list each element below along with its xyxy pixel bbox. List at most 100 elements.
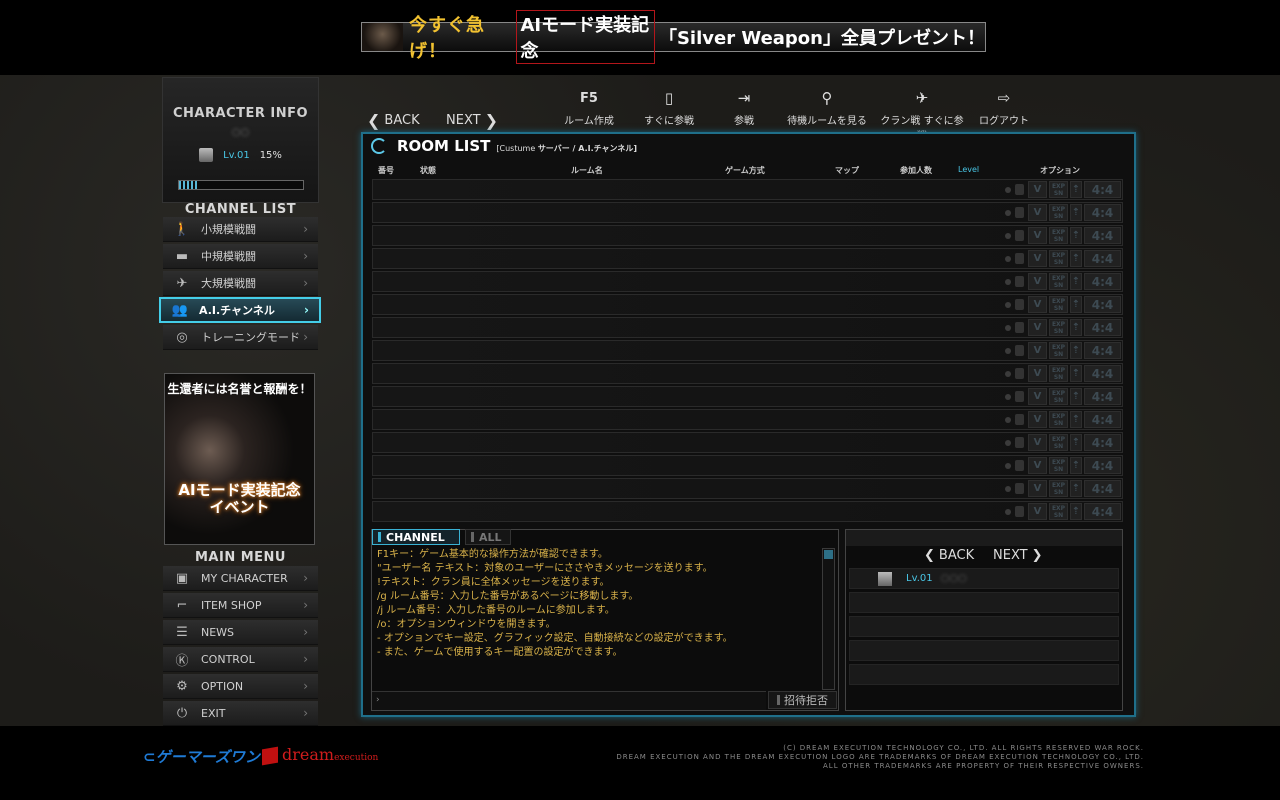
keyboard-icon: Ⓚ [175, 653, 189, 669]
channel-item-small-battle[interactable]: 🚶 小規模戦闘 › [163, 217, 318, 242]
room-row[interactable]: V EXP SN ⇡ 4:4 [372, 225, 1123, 246]
col-room-name[interactable]: ルーム名 [571, 165, 603, 176]
ai-icon: 👥 [171, 302, 189, 318]
chat-line: /o：オプションウィンドウを開きます。 [377, 619, 556, 630]
menu-exit[interactable]: ⏻ EXIT › [163, 701, 318, 726]
channel-item-ai[interactable]: 👥 A.I.チャンネル › [159, 297, 321, 323]
event-banner[interactable]: 生還者には名誉と報酬を！ AIモード実装記念 イベント [164, 373, 315, 545]
scroll-up-icon[interactable] [824, 550, 833, 559]
next-button[interactable]: NEXT ❯ [446, 111, 498, 130]
room-row[interactable]: V EXP SN ⇡ 4:4 [372, 202, 1123, 223]
menu-news[interactable]: ☰ NEWS › [163, 620, 318, 645]
gear-icon: ⚙ [176, 678, 188, 694]
room-row[interactable]: V EXP SN ⇡ 4:4 [372, 409, 1123, 430]
team-size-badge: 4:4 [1084, 204, 1121, 221]
promo-banner[interactable]: 今すぐ急げ！ AIモード実装記念 「Silver Weapon」全員プレゼント！ [361, 10, 986, 64]
chevron-right-icon: › [303, 330, 308, 344]
lock-icon [1015, 230, 1024, 241]
create-room-button[interactable]: F5 ルーム作成 [560, 88, 618, 128]
tab-marker [471, 532, 474, 542]
refresh-icon[interactable] [371, 138, 387, 154]
status-dot-icon [1005, 347, 1011, 354]
exp-sn-icon: EXP SN [1049, 388, 1068, 405]
team-size-badge: 4:4 [1084, 411, 1121, 428]
tank-icon: ▬ [175, 248, 189, 264]
exp-sn-icon: EXP SN [1049, 411, 1068, 428]
quick-join-button[interactable]: ▯ すぐに参戦 [640, 88, 698, 127]
col-options[interactable]: オプション [1040, 165, 1080, 176]
col-map[interactable]: マップ [835, 165, 859, 176]
chat-send-icon[interactable]: › [376, 695, 380, 705]
room-list-header: ROOM LIST [Custume サーバー / A.I.チャンネル] [371, 137, 637, 155]
team-size-badge: 4:4 [1084, 365, 1121, 382]
exp-bar [178, 180, 304, 190]
invite-reject-toggle[interactable]: 招待拒否 [768, 691, 837, 709]
tab-channel[interactable]: CHANNEL [372, 529, 460, 545]
arrow-up-icon: ⇡ [1070, 273, 1082, 290]
arrow-up-icon: ⇡ [1070, 342, 1082, 359]
back-button[interactable]: ❮ BACK [367, 111, 420, 130]
col-level[interactable]: Level [958, 165, 979, 174]
room-row[interactable]: V EXP SN ⇡ 4:4 [372, 340, 1123, 361]
room-row[interactable]: V EXP SN ⇡ 4:4 [372, 248, 1123, 269]
status-dot-icon [1005, 439, 1011, 446]
tab-all[interactable]: ALL [465, 529, 511, 545]
lock-icon [1015, 207, 1024, 218]
next-label: NEXT [446, 113, 481, 128]
col-number[interactable]: 番号 [378, 165, 394, 176]
exp-sn-icon: EXP SN [1049, 480, 1068, 497]
channel-item-training[interactable]: ◎ トレーニングモード › [163, 325, 318, 350]
users-back-button[interactable]: ❮ BACK [924, 548, 974, 563]
room-row[interactable]: V EXP SN ⇡ 4:4 [372, 179, 1123, 200]
channel-item-large-battle[interactable]: ✈ 大規模戦闘 › [163, 271, 318, 296]
v-option-icon: V [1028, 250, 1047, 267]
menu-item-label: OPTION [201, 679, 244, 693]
menu-my-character[interactable]: ▣ MY CHARACTER › [163, 566, 318, 591]
chat-input[interactable]: › [372, 691, 766, 710]
chevron-right-icon: › [303, 652, 308, 666]
exp-sn-icon: EXP SN [1049, 250, 1068, 267]
arrow-up-icon: ⇡ [1070, 480, 1082, 497]
col-status[interactable]: 状態 [420, 165, 436, 176]
room-row[interactable]: V EXP SN ⇡ 4:4 [372, 271, 1123, 292]
view-waiting-rooms-button[interactable]: ⚲ 待機ルームを見る [786, 88, 868, 127]
channel-item-medium-battle[interactable]: ▬ 中規模戦闘 › [163, 244, 318, 269]
room-row[interactable]: V EXP SN ⇡ 4:4 [372, 386, 1123, 407]
col-players[interactable]: 参加人数 [900, 165, 932, 176]
logout-button[interactable]: ⇨ ログアウト [976, 88, 1032, 127]
room-row[interactable]: V EXP SN ⇡ 4:4 [372, 455, 1123, 476]
banner-character-image [362, 23, 403, 51]
menu-control[interactable]: Ⓚ CONTROL › [163, 647, 318, 672]
tool-label: 参戦 [734, 116, 754, 127]
invite-reject-label: 招待拒否 [784, 694, 828, 707]
menu-option[interactable]: ⚙ OPTION › [163, 674, 318, 699]
lock-icon [1015, 414, 1024, 425]
user-level: Lv.01 [906, 573, 933, 584]
room-row[interactable]: V EXP SN ⇡ 4:4 [372, 363, 1123, 384]
arrow-up-icon: ⇡ [1070, 411, 1082, 428]
room-row[interactable]: V EXP SN ⇡ 4:4 [372, 501, 1123, 522]
lock-icon [1015, 276, 1024, 287]
tab-all-label: ALL [479, 530, 502, 544]
room-row[interactable]: V EXP SN ⇡ 4:4 [372, 432, 1123, 453]
user-row[interactable]: Lv.01 ○○○ [849, 568, 1119, 589]
arrow-up-icon: ⇡ [1070, 204, 1082, 221]
soldier-icon: 🚶 [173, 221, 191, 237]
join-button[interactable]: ⇥ 参戦 [720, 88, 768, 127]
room-row[interactable]: V EXP SN ⇡ 4:4 [372, 317, 1123, 338]
v-option-icon: V [1028, 457, 1047, 474]
room-row[interactable]: V EXP SN ⇡ 4:4 [372, 478, 1123, 499]
lock-icon [1015, 437, 1024, 448]
room-rows: V EXP SN ⇡ 4:4 V EXP SN ⇡ 4:4 V EXP SN ⇡ 4:4 V EXP SN… [372, 179, 1123, 524]
menu-item-shop[interactable]: ⌐ ITEM SHOP › [163, 593, 318, 618]
room-options: V EXP SN ⇡ 4:4 [1005, 365, 1121, 382]
chat-scrollbar[interactable] [822, 548, 835, 690]
team-size-badge: 4:4 [1084, 296, 1121, 313]
dream-cube-icon [262, 746, 278, 765]
back-label: BACK [384, 113, 420, 128]
room-row[interactable]: V EXP SN ⇡ 4:4 [372, 294, 1123, 315]
main-menu-title: MAIN MENU [195, 550, 286, 565]
users-next-button[interactable]: NEXT ❯ [993, 548, 1042, 563]
lock-icon [1015, 506, 1024, 517]
col-game-mode[interactable]: ゲーム方式 [725, 165, 765, 176]
